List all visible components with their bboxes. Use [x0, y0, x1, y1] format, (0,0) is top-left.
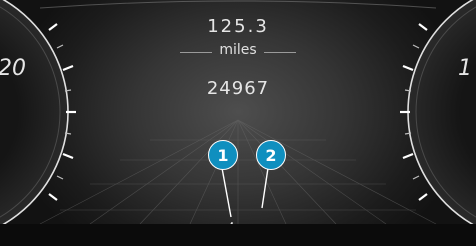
callout-2: 2 — [256, 140, 286, 170]
instrument-cluster-display: 20 1 125.3 miles 24967 1 2 — [0, 0, 476, 246]
callout-leader-lines — [221, 167, 269, 218]
callout-1: 1 — [208, 140, 238, 170]
callout-1-badge: 1 — [208, 140, 238, 170]
cluster-bottom-strip — [0, 224, 476, 246]
callout-2-badge: 2 — [256, 140, 286, 170]
